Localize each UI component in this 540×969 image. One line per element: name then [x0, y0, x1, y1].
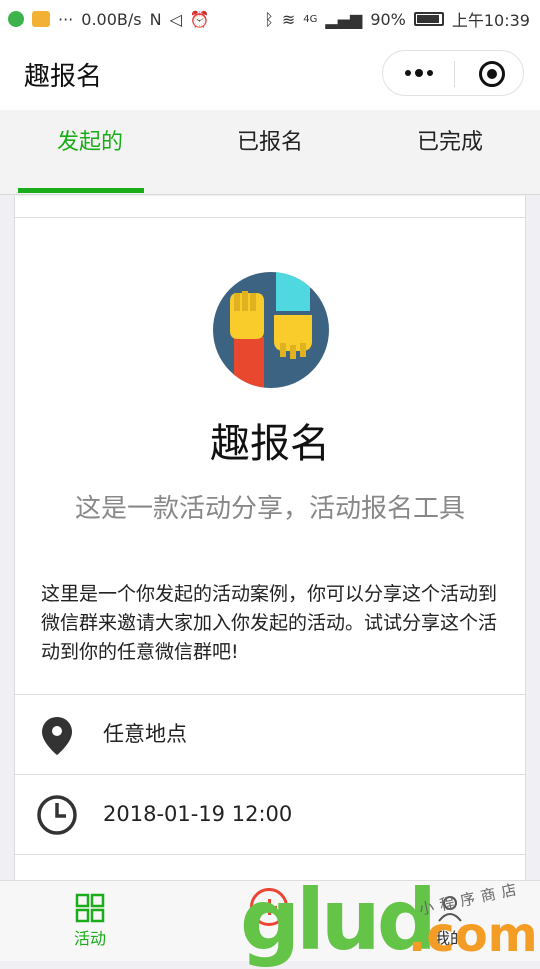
grid-icon: [75, 893, 105, 923]
app-logo: [213, 272, 329, 388]
battery-icon: [413, 12, 444, 26]
nfc-icon: N: [149, 9, 162, 29]
network-type: 4G: [303, 13, 318, 25]
signal-icon: ▂▄▆: [325, 9, 363, 29]
datetime-row: 2018-01-19 12:00: [15, 774, 525, 853]
capsule-divider: [454, 61, 455, 87]
tabbar-mine-label: 我的: [433, 929, 466, 948]
battery-percent: 90%: [370, 9, 406, 29]
activity-tagline: 这是一款活动分享，活动报名工具: [74, 494, 465, 524]
bluetooth-icon: ᛒ: [264, 9, 274, 29]
tab-completed[interactable]: 已完成: [360, 110, 540, 194]
page-title: 趣报名: [24, 62, 103, 92]
miniprogram-capsule: [382, 50, 524, 96]
datetime-text: 2018-01-19 12:00: [103, 802, 293, 826]
clock: 上午10:39: [451, 11, 530, 30]
tab-initiated[interactable]: 发起的: [0, 110, 180, 194]
location-pin-icon: [42, 717, 72, 755]
tabbar-activity-label: 活动: [73, 929, 106, 948]
tab-registered[interactable]: 已报名: [180, 110, 360, 194]
close-miniprogram-icon[interactable]: [479, 61, 505, 87]
network-speed: 0.00B/s: [81, 9, 142, 29]
mute-icon: ◁: [169, 9, 182, 29]
tabbar-mine[interactable]: 我的: [390, 881, 510, 961]
card-divider: [15, 217, 525, 218]
clock-icon: [37, 795, 77, 835]
navigation-bar: 趣报名: [0, 38, 540, 110]
location-text: 任意地点: [103, 722, 187, 746]
activity-card[interactable]: 趣报名 这是一款活动分享，活动报名工具 这里是一个你发起的活动案例，你可以分享这…: [14, 196, 526, 886]
alarm-icon: ⏰: [189, 9, 210, 29]
active-tab-indicator: [18, 188, 144, 193]
activity-description: 这里是一个你发起的活动案例，你可以分享这个活动到微信群来邀请大家加入你发起的活动…: [41, 583, 498, 663]
app-notification-icon: [32, 11, 50, 27]
status-bar: ··· 0.00B/s N ◁ ⏰ ᛒ ≋ 4G ▂▄▆ 90% 上午10:39: [0, 0, 540, 38]
location-row: 任意地点: [15, 694, 525, 773]
wechat-notification-icon: [8, 11, 24, 27]
wifi-icon: ≋: [281, 9, 296, 29]
tabbar-activity[interactable]: 活动: [30, 881, 150, 961]
more-menu-icon[interactable]: [401, 59, 437, 87]
more-notifications-icon: ···: [58, 9, 74, 29]
tab-strip: 发起的 已报名 已完成: [0, 110, 540, 195]
add-circle-icon[interactable]: [250, 888, 288, 926]
activity-title: 趣报名: [210, 421, 330, 467]
user-icon: [438, 896, 462, 922]
